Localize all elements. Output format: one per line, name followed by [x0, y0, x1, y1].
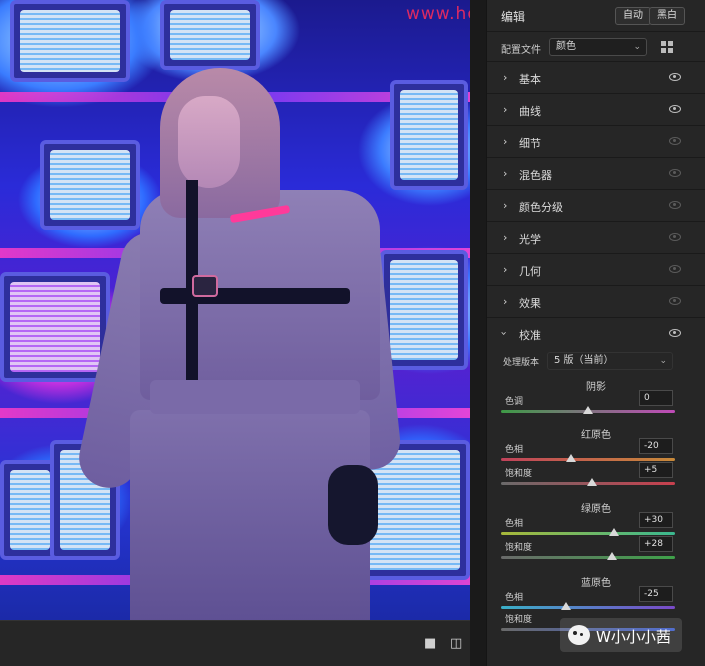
red-sat-thumb[interactable] [587, 478, 598, 486]
wechat-watermark: W小小小茜 [560, 618, 682, 652]
green-hue-value[interactable]: +30 [639, 512, 673, 528]
blue-hue-label: 色相 [505, 593, 524, 603]
blue-hue-track[interactable] [501, 606, 675, 609]
red-hue-track[interactable] [501, 458, 675, 461]
panel-divider [470, 0, 486, 666]
section-label: 曲线 [519, 105, 541, 118]
red-hue-value[interactable]: -20 [639, 438, 673, 454]
panel-header: 编辑 自动 黑白 [487, 0, 705, 32]
process-select[interactable]: 5 版（当前） ⌄ [547, 352, 673, 370]
section-geometry[interactable]: › 几何 [487, 254, 705, 286]
eye-icon[interactable] [669, 201, 681, 209]
model-figure [73, 60, 403, 620]
section-color-grading[interactable]: › 颜色分级 [487, 190, 705, 222]
profile-value: 颜色 [556, 41, 576, 52]
edit-panel: 编辑 自动 黑白 配置文件 颜色 ⌄ › 基本 › 曲线 › 细节 › 混色器 … [486, 0, 705, 666]
chevron-down-icon: › [497, 331, 511, 336]
section-label: 光学 [519, 233, 541, 246]
chevron-down-icon: ⌄ [659, 356, 667, 366]
bottom-toolbar: ■ ◫ [0, 620, 470, 666]
chevron-right-icon: › [503, 167, 508, 180]
shadows-tint-label: 色调 [505, 397, 524, 407]
red-hue-thumb[interactable] [565, 454, 576, 462]
section-label: 颜色分级 [519, 201, 563, 214]
green-sat-track[interactable] [501, 556, 675, 559]
blue-hue-value[interactable]: -25 [639, 586, 673, 602]
calibration-body: 处理版本 5 版（当前） ⌄ 阴影 色调 0 红原色 色相 -20 饱和度 +5 [487, 350, 705, 644]
chevron-right-icon: › [503, 71, 508, 84]
section-mixer[interactable]: › 混色器 [487, 158, 705, 190]
eye-icon[interactable] [669, 73, 681, 81]
profile-label: 配置文件 [501, 45, 541, 56]
chevron-right-icon: › [503, 103, 508, 116]
auto-button[interactable]: 自动 [615, 7, 651, 25]
section-optics[interactable]: › 光学 [487, 222, 705, 254]
green-hue-label: 色相 [505, 519, 524, 529]
green-sat-thumb[interactable] [607, 552, 618, 560]
section-curves[interactable]: › 曲线 [487, 94, 705, 126]
profile-select[interactable]: 颜色 ⌄ [549, 38, 647, 56]
eye-icon[interactable] [669, 297, 681, 305]
shadows-tint-value[interactable]: 0 [639, 390, 673, 406]
section-label: 混色器 [519, 169, 552, 182]
section-label: 效果 [519, 297, 541, 310]
section-effects[interactable]: › 效果 [487, 286, 705, 318]
process-row: 处理版本 5 版（当前） ⌄ [487, 350, 705, 376]
chevron-down-icon: ⌄ [633, 42, 641, 52]
section-detail[interactable]: › 细节 [487, 126, 705, 158]
section-label: 基本 [519, 73, 541, 86]
chevron-right-icon: › [503, 199, 508, 212]
eye-icon[interactable] [669, 105, 681, 113]
red-sat-label: 饱和度 [505, 469, 533, 479]
section-list: › 基本 › 曲线 › 细节 › 混色器 › 颜色分级 › 光学 › 几何 › … [487, 62, 705, 350]
red-hue-label: 色相 [505, 445, 524, 455]
profile-browser-icon[interactable] [661, 41, 673, 53]
green-sat-value[interactable]: +28 [639, 536, 673, 552]
fit-view-icon[interactable]: ■ [424, 637, 436, 651]
section-basic[interactable]: › 基本 [487, 62, 705, 94]
eye-icon[interactable] [669, 137, 681, 145]
green-hue-track[interactable] [501, 532, 675, 535]
watermark-text: W小小小茜 [596, 628, 671, 646]
tv-screen [0, 272, 110, 382]
process-value: 5 版（当前） [554, 355, 614, 366]
tv-screen [390, 80, 468, 190]
panel-title: 编辑 [501, 10, 526, 24]
blue-sat-label: 饱和度 [505, 615, 533, 625]
chevron-right-icon: › [503, 295, 508, 308]
chevron-right-icon: › [503, 231, 508, 244]
chevron-right-icon: › [503, 135, 508, 148]
compare-view-icon[interactable]: ◫ [450, 637, 462, 651]
process-label: 处理版本 [503, 358, 540, 368]
calibration-sliders: 阴影 色调 0 红原色 色相 -20 饱和度 +5 绿原色 色相 +30 饱和度… [487, 376, 705, 644]
red-sat-value[interactable]: +5 [639, 462, 673, 478]
shadows-tint-thumb[interactable] [583, 406, 593, 414]
eye-icon[interactable] [669, 169, 681, 177]
section-label: 几何 [519, 265, 541, 278]
blue-hue-thumb[interactable] [561, 602, 572, 610]
section-calibration[interactable]: › 校准 [487, 318, 705, 350]
eye-icon[interactable] [669, 265, 681, 273]
green-sat-label: 饱和度 [505, 543, 533, 553]
chevron-right-icon: › [503, 263, 508, 276]
wechat-icon [568, 625, 590, 645]
profile-row: 配置文件 颜色 ⌄ [487, 32, 705, 62]
section-label: 细节 [519, 137, 541, 150]
eye-icon[interactable] [669, 329, 681, 337]
bw-button[interactable]: 黑白 [649, 7, 685, 25]
eye-icon[interactable] [669, 233, 681, 241]
section-label: 校准 [519, 329, 541, 342]
photo-canvas[interactable] [0, 0, 470, 620]
green-hue-thumb[interactable] [609, 528, 620, 536]
